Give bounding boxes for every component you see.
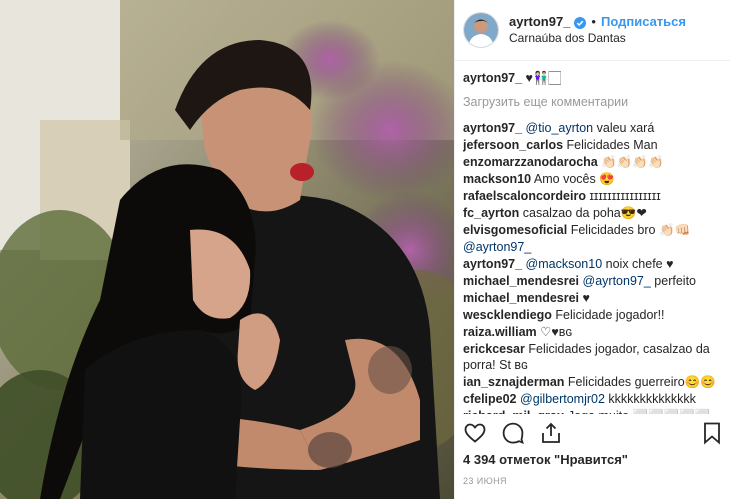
comment-button[interactable] [501,421,525,445]
comment-item: ian_sznajderman Felicidades guerreiro😊😊 [463,374,723,390]
comment-text: perfeito [650,274,696,288]
comment-text: Joga muito ⬜⬜⬜⬜⬜ [568,409,710,414]
header-separator: • [591,14,596,29]
comment-text: casalzao da poha😎❤ [522,206,647,220]
comment-item: michael_mendesrei @ayrton97_ perfeito [463,273,723,289]
comment-item: raiza.william ♡♥ʙɢ [463,324,723,340]
action-bar [463,420,723,446]
comment-mention-link[interactable]: @gilbertomjr02 [520,392,605,406]
comment-username[interactable]: michael_mendesrei [463,291,579,305]
comment-item: jefersoon_carlos Felicidades Man [463,137,723,153]
post-header: ayrton97_ • Подписаться Carnaúba dos Dan… [455,0,730,61]
comment-username[interactable]: richard_mil_grau [463,409,564,414]
comment-item: enzomarzzanodarocha 👏🏻👏🏻👏🏻👏🏻 [463,154,723,170]
verified-badge-icon [574,16,587,29]
share-icon [542,422,560,443]
comment-text: ♥ [582,291,590,305]
comment-username[interactable]: enzomarzzanodarocha [463,155,598,169]
avatar[interactable] [463,12,499,48]
comment-item: michael_mendesrei ♥ [463,290,723,306]
location-link[interactable]: Carnaúba dos Dantas [509,30,686,47]
comment-username[interactable]: ayrton97_ [463,257,522,271]
comments-list[interactable]: ayrton97_ ♥👫🏻🏻 Загрузить еще комментарии… [463,70,723,414]
post-side-panel: ayrton97_ • Подписаться Carnaúba dos Dan… [454,0,730,499]
comment-icon [502,422,524,444]
likes-count[interactable]: 4 394 отметок "Нравится" [463,452,628,467]
instagram-post-view: ayrton97_ • Подписаться Carnaúba dos Dan… [0,0,730,499]
load-more-comments-link[interactable]: Загрузить еще комментарии [463,94,723,110]
save-button[interactable] [701,421,723,445]
comment-text: ɪɪɪɪɪɪɪɪɪɪɪɪɪɪɪɪ [589,189,661,203]
heart-icon [464,423,486,443]
bookmark-icon [704,422,720,445]
comment-text: Amo vocês 😍 [533,172,615,186]
comment-username[interactable]: raiza.william [463,325,537,339]
comment-item: mackson10 Amo vocês 😍 [463,171,723,187]
comment-item: cfelipe02 @gilbertomjr02 kkkkkkkkkkkkkk [463,391,723,407]
comment-username[interactable]: rafaelscaloncordeiro [463,189,586,203]
comment-item: wescklendiego Felicidade jogador!! [463,307,723,323]
comment-item: elvisgomesoficial Felicidades bro 👏🏻👊🏻 [463,222,723,238]
comment-item: @ayrton97_ [463,239,723,255]
comment-username[interactable]: fc_ayrton [463,206,519,220]
comment-text: valeu xará [593,121,655,135]
comment-item: ayrton97_ @tio_ayrton valeu xará [463,120,723,136]
comment-mention-link[interactable]: @ayrton97_ [463,240,531,254]
comment-mention-link[interactable]: @ayrton97_ [583,274,651,288]
comment-rows: ayrton97_ @tio_ayrton valeu xará jefersoo… [463,120,723,414]
comment-username[interactable]: ayrton97_ [463,121,522,135]
header-username[interactable]: ayrton97_ [509,13,570,30]
comment-mention-link[interactable]: @mackson10 [526,257,603,271]
header-row: ayrton97_ • Подписаться [509,13,686,30]
caption-username[interactable]: ayrton97_ [463,71,522,85]
comment-item: ayrton97_ @mackson10 noix chefe ♥ [463,256,723,272]
comment-username[interactable]: elvisgomesoficial [463,223,567,237]
comment-username[interactable]: ian_sznajderman [463,375,564,389]
comment-text: Felicidade jogador!! [555,308,665,322]
post-photo[interactable] [0,0,454,499]
avatar-image [464,13,498,47]
comment-text: noix chefe ♥ [602,257,674,271]
comment-mention-link[interactable]: @tio_ayrton [526,121,594,135]
caption: ayrton97_ ♥👫🏻🏻 [463,70,723,86]
comment-text: kkkkkkkkkkkkkk [604,392,696,406]
header-info: ayrton97_ • Подписаться Carnaúba dos Dan… [509,13,686,47]
comment-username[interactable]: erickcesar [463,342,525,356]
comment-username[interactable]: michael_mendesrei [463,274,579,288]
comment-text: Felicidades Man [566,138,658,152]
like-button[interactable] [463,421,487,445]
comment-username[interactable]: wescklendiego [463,308,552,322]
comment-text: Felicidades guerreiro😊😊 [567,375,716,389]
comment-text: 👏🏻👏🏻👏🏻👏🏻 [601,155,664,169]
share-button[interactable] [539,421,563,445]
comment-item: rafaelscaloncordeiro ɪɪɪɪɪɪɪɪɪɪɪɪɪɪɪɪ [463,188,723,204]
couple-photo [0,0,454,499]
comment-text: Felicidades bro 👏🏻👊🏻 [570,223,691,237]
caption-text: ♥👫🏻🏻 [525,71,562,85]
comment-item: erickcesar Felicidades jogador, casalzao… [463,341,723,373]
comment-username[interactable]: cfelipe02 [463,392,517,406]
follow-button[interactable]: Подписаться [601,13,686,30]
post-date[interactable]: 23 ИЮНЯ [463,476,507,486]
comment-username[interactable]: mackson10 [463,172,531,186]
comment-username[interactable]: jefersoon_carlos [463,138,563,152]
comment-item: fc_ayrton casalzao da poha😎❤ [463,205,723,221]
comment-item: richard_mil_grau Joga muito ⬜⬜⬜⬜⬜ [463,408,723,414]
comment-text: ♡♥ʙɢ [540,325,573,339]
